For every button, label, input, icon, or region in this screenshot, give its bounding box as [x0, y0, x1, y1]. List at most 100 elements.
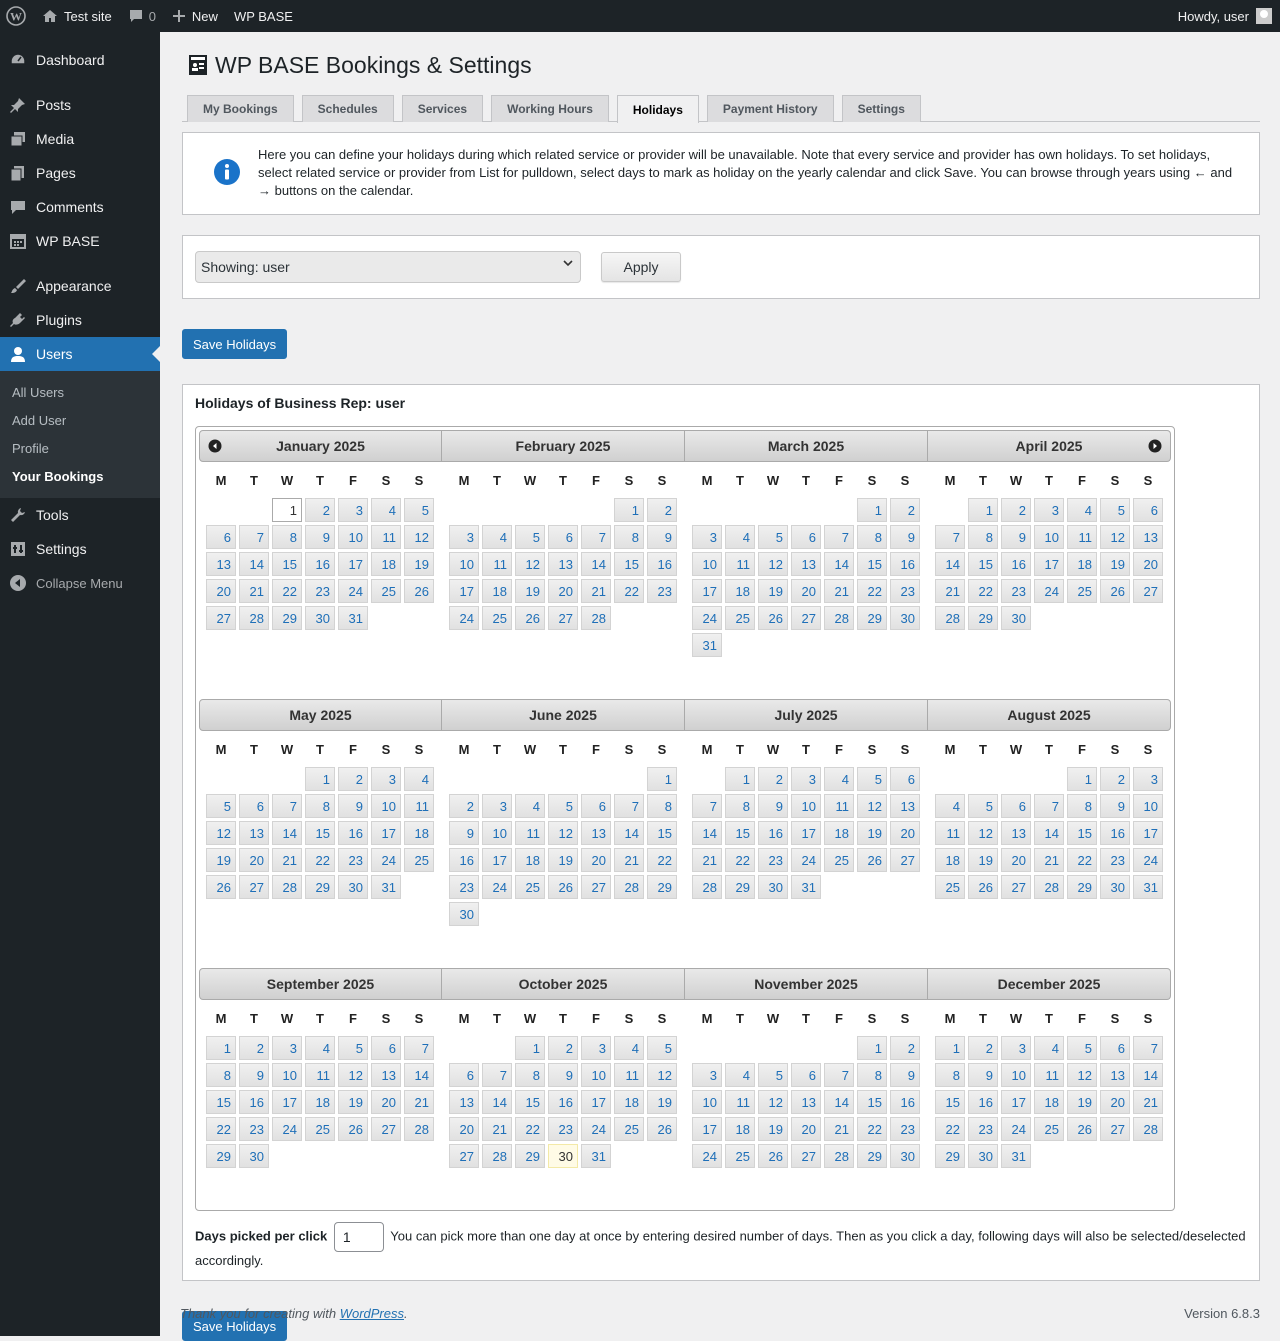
calendar-day[interactable]: 7 [692, 794, 722, 818]
calendar-day[interactable]: 15 [206, 1090, 236, 1114]
calendar-day[interactable]: 17 [791, 821, 821, 845]
tab-working-hours[interactable]: Working Hours [491, 95, 609, 122]
calendar-day[interactable]: 13 [890, 794, 920, 818]
calendar-day[interactable]: 10 [371, 794, 401, 818]
calendar-day[interactable]: 21 [1034, 848, 1064, 872]
calendar-day[interactable]: 12 [968, 821, 998, 845]
calendar-day[interactable]: 24 [338, 579, 368, 603]
calendar-day[interactable]: 13 [371, 1063, 401, 1087]
calendar-day[interactable]: 18 [824, 821, 854, 845]
calendar-day[interactable]: 2 [1100, 767, 1130, 791]
calendar-day[interactable]: 30 [1001, 606, 1031, 630]
calendar-day[interactable]: 26 [515, 606, 545, 630]
calendar-day[interactable]: 23 [338, 848, 368, 872]
calendar-day[interactable]: 21 [692, 848, 722, 872]
calendar-day[interactable]: 4 [305, 1036, 335, 1060]
calendar-day[interactable]: 5 [548, 794, 578, 818]
calendar-day[interactable]: 19 [515, 579, 545, 603]
calendar-day[interactable]: 25 [371, 579, 401, 603]
wp-base-adminbar-link[interactable]: WP BASE [226, 0, 301, 32]
calendar-day[interactable]: 5 [1100, 498, 1130, 522]
calendar-day[interactable]: 31 [581, 1144, 611, 1168]
calendar-day[interactable]: 29 [1067, 875, 1097, 899]
calendar-day[interactable]: 27 [581, 875, 611, 899]
save-holidays-button-top[interactable]: Save Holidays [182, 329, 288, 359]
calendar-day[interactable]: 2 [647, 498, 677, 522]
calendar-day[interactable]: 24 [1034, 579, 1064, 603]
calendar-day[interactable]: 8 [725, 794, 755, 818]
calendar-day[interactable]: 11 [371, 525, 401, 549]
calendar-day[interactable]: 6 [239, 794, 269, 818]
calendar-day[interactable]: 29 [725, 875, 755, 899]
calendar-day[interactable]: 3 [1001, 1036, 1031, 1060]
calendar-day[interactable]: 5 [515, 525, 545, 549]
calendar-day[interactable]: 12 [647, 1063, 677, 1087]
calendar-day[interactable]: 28 [1133, 1117, 1163, 1141]
calendar-day[interactable]: 26 [647, 1117, 677, 1141]
calendar-day[interactable]: 24 [692, 606, 722, 630]
calendar-day[interactable]: 10 [1133, 794, 1163, 818]
calendar-day[interactable]: 30 [449, 902, 479, 926]
calendar-day[interactable]: 3 [791, 767, 821, 791]
calendar-day[interactable]: 24 [1133, 848, 1163, 872]
calendar-day[interactable]: 14 [581, 552, 611, 576]
calendar-day[interactable]: 15 [647, 821, 677, 845]
calendar-day[interactable]: 9 [305, 525, 335, 549]
calendar-day[interactable]: 26 [338, 1117, 368, 1141]
calendar-day[interactable]: 3 [482, 794, 512, 818]
calendar-day[interactable]: 16 [338, 821, 368, 845]
calendar-day[interactable]: 30 [890, 1144, 920, 1168]
calendar-day[interactable]: 16 [1001, 552, 1031, 576]
calendar-day[interactable]: 4 [725, 525, 755, 549]
calendar-day[interactable]: 27 [206, 606, 236, 630]
calendar-day[interactable]: 5 [1067, 1036, 1097, 1060]
calendar-day[interactable]: 30 [548, 1144, 578, 1168]
calendar-day[interactable]: 7 [1034, 794, 1064, 818]
calendar-day[interactable]: 25 [404, 848, 434, 872]
calendar-day[interactable]: 10 [449, 552, 479, 576]
calendar-day[interactable]: 10 [338, 525, 368, 549]
calendar-day[interactable]: 1 [857, 1036, 887, 1060]
calendar-day[interactable]: 20 [449, 1117, 479, 1141]
calendar-day[interactable]: 12 [206, 821, 236, 845]
calendar-day[interactable]: 13 [791, 552, 821, 576]
calendar-day[interactable]: 7 [482, 1063, 512, 1087]
calendar-day[interactable]: 4 [404, 767, 434, 791]
calendar-day[interactable]: 22 [725, 848, 755, 872]
calendar-day[interactable]: 18 [305, 1090, 335, 1114]
calendar-day[interactable]: 7 [404, 1036, 434, 1060]
calendar-day[interactable]: 2 [305, 498, 335, 522]
calendar-day[interactable]: 28 [1034, 875, 1064, 899]
calendar-day[interactable]: 20 [791, 579, 821, 603]
calendar-day[interactable]: 4 [515, 794, 545, 818]
calendar-day[interactable]: 22 [305, 848, 335, 872]
calendar-day[interactable]: 12 [1067, 1063, 1097, 1087]
calendar-day[interactable]: 19 [206, 848, 236, 872]
calendar-day[interactable]: 11 [725, 1090, 755, 1114]
calendar-day[interactable]: 13 [548, 552, 578, 576]
new-content-link[interactable]: New [164, 0, 226, 32]
calendar-day[interactable]: 23 [758, 848, 788, 872]
calendar-day[interactable]: 1 [935, 1036, 965, 1060]
calendar-day[interactable]: 27 [1133, 579, 1163, 603]
calendar-day[interactable]: 27 [791, 1144, 821, 1168]
calendar-day[interactable]: 22 [614, 579, 644, 603]
calendar-day[interactable]: 6 [206, 525, 236, 549]
calendar-day[interactable]: 10 [692, 552, 722, 576]
calendar-day[interactable]: 8 [1067, 794, 1097, 818]
calendar-day[interactable]: 26 [968, 875, 998, 899]
calendar-day[interactable]: 1 [515, 1036, 545, 1060]
calendar-day[interactable]: 2 [968, 1036, 998, 1060]
calendar-day[interactable]: 31 [338, 606, 368, 630]
calendar-day[interactable]: 15 [857, 1090, 887, 1114]
calendar-day[interactable]: 23 [647, 579, 677, 603]
prev-year-icon[interactable] [208, 439, 222, 453]
calendar-day[interactable]: 14 [404, 1063, 434, 1087]
calendar-day[interactable]: 12 [857, 794, 887, 818]
calendar-day[interactable]: 21 [581, 579, 611, 603]
calendar-day[interactable]: 26 [206, 875, 236, 899]
calendar-day[interactable]: 2 [239, 1036, 269, 1060]
calendar-day[interactable]: 22 [935, 1117, 965, 1141]
calendar-day[interactable]: 31 [791, 875, 821, 899]
tab-my-bookings[interactable]: My Bookings [187, 95, 294, 122]
